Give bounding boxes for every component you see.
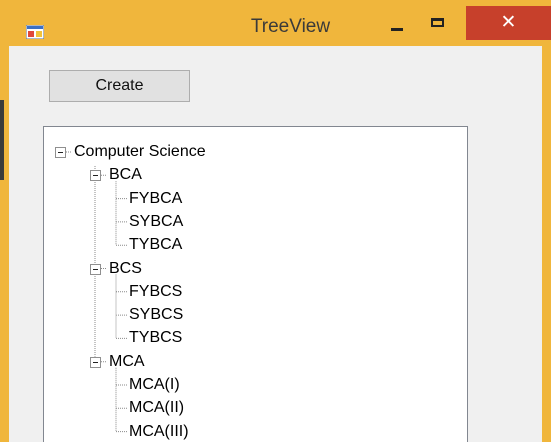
tree-node-bca[interactable]: BCA bbox=[109, 166, 142, 184]
collapse-icon[interactable] bbox=[90, 263, 101, 275]
minimize-icon bbox=[391, 28, 403, 31]
tree-leaf[interactable]: FYBCA bbox=[129, 190, 182, 208]
tree-node-mca[interactable]: MCA bbox=[109, 353, 145, 371]
maximize-icon bbox=[431, 18, 444, 27]
tree-leaf[interactable]: TYBCA bbox=[129, 236, 182, 254]
minimize-button[interactable] bbox=[384, 14, 410, 34]
collapse-icon[interactable] bbox=[90, 170, 101, 182]
minus-icon bbox=[93, 361, 98, 363]
collapse-icon[interactable] bbox=[55, 147, 66, 158]
tree-leaf[interactable]: MCA(I) bbox=[129, 376, 180, 394]
tree-node-root[interactable]: Computer Science bbox=[74, 143, 206, 161]
create-button[interactable]: Create bbox=[49, 70, 190, 102]
minus-icon bbox=[93, 175, 98, 177]
background-edge bbox=[0, 100, 4, 180]
tree-leaf[interactable]: SYBCA bbox=[129, 213, 183, 231]
maximize-button[interactable] bbox=[425, 14, 451, 34]
tree-leaf[interactable]: MCA(III) bbox=[129, 423, 189, 441]
tree-connector-lines bbox=[66, 151, 128, 433]
close-icon: ✕ bbox=[500, 11, 517, 33]
minus-icon bbox=[93, 268, 98, 270]
tree-leaf[interactable]: MCA(II) bbox=[129, 399, 184, 417]
collapse-icon[interactable] bbox=[90, 356, 101, 368]
screenshot: TreeView ✕ Create Computer Science BCA FYB… bbox=[0, 0, 551, 442]
treeview-window: TreeView ✕ Create Computer Science BCA FYB… bbox=[0, 0, 551, 442]
tree-leaf[interactable]: SYBCS bbox=[129, 306, 183, 324]
close-button[interactable]: ✕ bbox=[466, 6, 551, 40]
client-area: Create Computer Science BCA FYBCA SYBCA TYBC… bbox=[9, 46, 542, 442]
title-bar[interactable]: TreeView ✕ bbox=[0, 0, 551, 46]
tree-node-bcs[interactable]: BCS bbox=[109, 260, 142, 278]
tree-view[interactable]: Computer Science BCA FYBCA SYBCA TYBCA BCS FYB… bbox=[43, 126, 468, 442]
minus-icon bbox=[58, 152, 63, 153]
tree-leaf[interactable]: TYBCS bbox=[129, 329, 182, 347]
tree-leaf[interactable]: FYBCS bbox=[129, 283, 182, 301]
